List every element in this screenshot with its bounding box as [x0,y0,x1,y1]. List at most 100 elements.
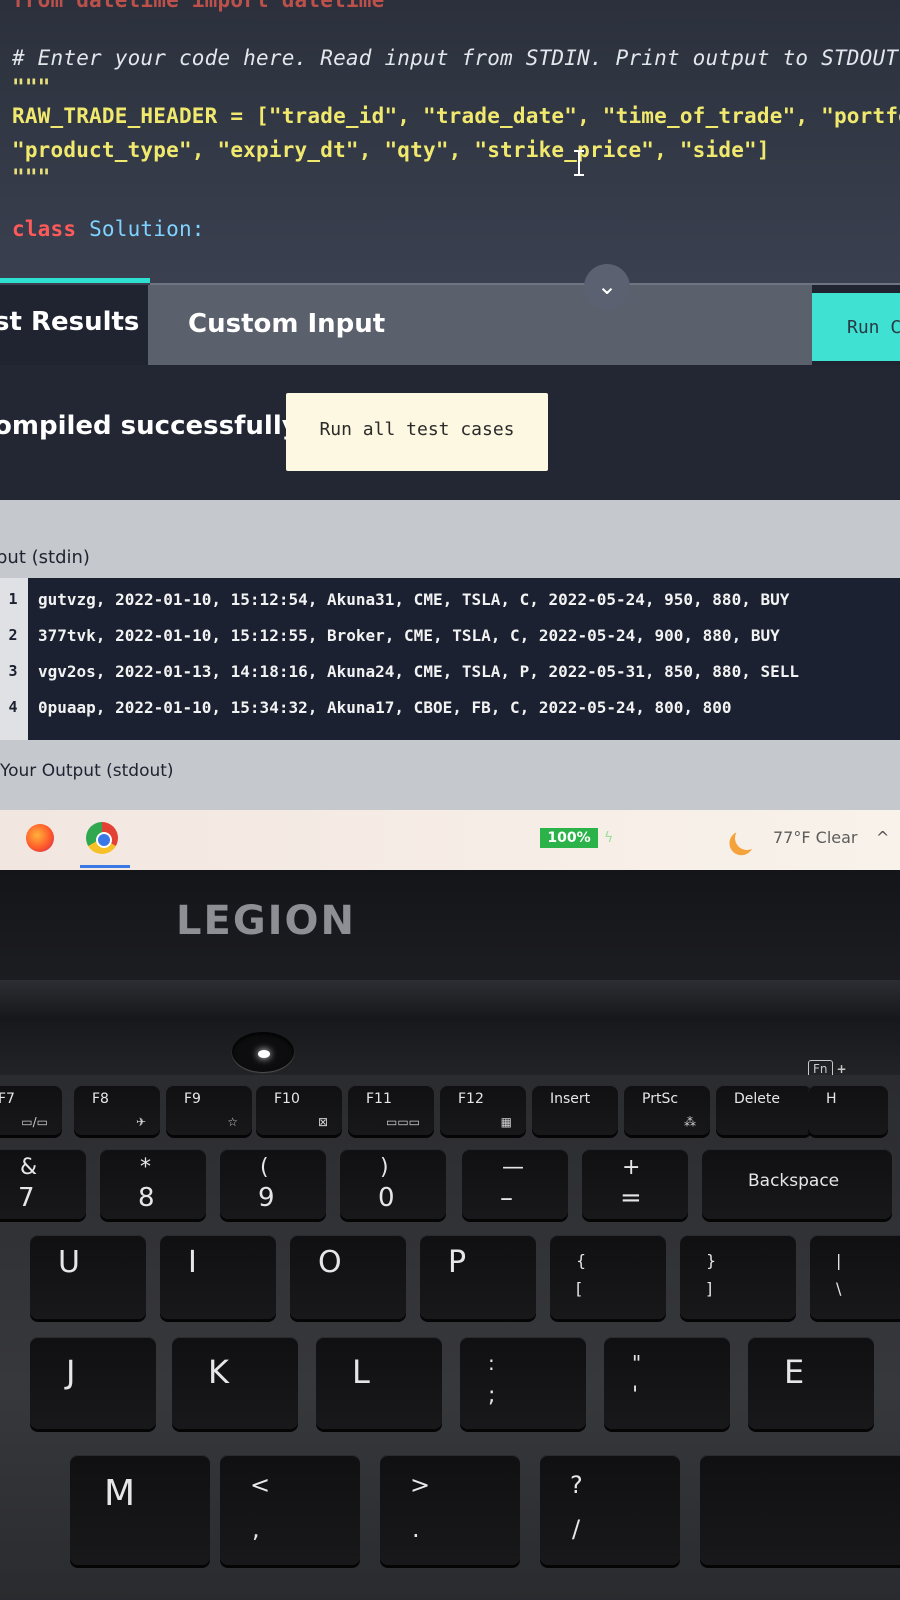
letter-key[interactable]: >. [380,1455,520,1565]
number-key[interactable]: Backspace [702,1149,892,1219]
key-legend: : [488,1351,495,1375]
function-key[interactable]: Delete [716,1085,812,1135]
text-cursor-icon [574,150,584,176]
stdin-row: vgv2os, 2022-01-13, 14:18:16, Akuna24, C… [38,662,799,681]
letter-key[interactable]: I [160,1235,276,1319]
weather-readout[interactable]: 77°F Clear [773,828,858,847]
battery-percentage[interactable]: 100% [540,828,598,848]
stdout-label: Your Output (stdout) [0,761,174,781]
shift-key[interactable] [700,1455,900,1565]
key-legend-secondary: – [500,1183,513,1213]
key-legend-secondary: ▦ [500,1115,512,1129]
key-legend: Delete [734,1091,780,1107]
number-key[interactable]: + = [582,1149,688,1219]
letter-key[interactable]: <, [220,1455,360,1565]
key-legend: > [410,1471,431,1499]
key-legend: { [576,1251,587,1270]
tab-custom-input-label: Custom Input [188,309,386,339]
number-key[interactable]: (9 [220,1149,326,1219]
function-key[interactable]: H [808,1085,888,1135]
key-legend-secondary: ▭▭▭ [385,1115,420,1129]
function-key[interactable]: F9 ☆ [166,1085,252,1135]
function-key[interactable]: F10 ⊠ [256,1085,342,1135]
letter-key[interactable]: M [70,1455,210,1565]
key-legend: F7 [0,1091,15,1107]
letter-key[interactable]: O [290,1235,406,1319]
tab-test-results-label: st Results [0,307,140,337]
code-line-docstring-open: """ [12,75,51,99]
function-key[interactable]: F8 ✈ [74,1085,160,1135]
letter-key[interactable]: }] [680,1235,796,1319]
stdin-box[interactable]: 1 2 3 4 gutvzg, 2022-01-10, 15:12:54, Ak… [0,578,900,740]
key-legend: < [250,1471,271,1499]
letter-key[interactable]: " ' [604,1337,730,1429]
firefox-icon[interactable] [26,824,54,852]
letter-key[interactable]: J [30,1337,156,1429]
key-legend: ) [380,1155,389,1180]
chrome-icon[interactable] [86,822,118,854]
line-number: 4 [8,698,18,716]
run-all-test-cases-button[interactable]: Run all test cases [286,393,548,471]
tab-test-results[interactable]: st Results [0,285,148,365]
function-key[interactable]: Insert [532,1085,618,1135]
key-legend: & [20,1155,38,1180]
tray-chevron-icon[interactable]: ^ [876,828,889,847]
letter-key[interactable]: E [748,1337,874,1429]
laptop-hinge [0,980,900,1075]
key-legend-secondary: ✈ [135,1115,146,1129]
code-line-header-1: RAW_TRADE_HEADER = ["trade_id", "trade_d… [12,104,900,128]
compile-status-panel: ompiled successfully. Run all test cases [0,365,900,500]
letter-key[interactable]: :; [460,1337,586,1429]
key-legend: E [784,1353,805,1391]
function-key[interactable]: F7 ▭/▭ [0,1085,62,1135]
letter-key[interactable]: ? / [540,1455,680,1565]
number-key[interactable]: & 7 [0,1149,86,1219]
letter-key[interactable]: P [420,1235,536,1319]
code-line-comment: # Enter your code here. Read input from … [12,46,899,70]
line-number: 1 [8,590,18,608]
number-key[interactable]: ) 0 [340,1149,446,1219]
letter-key[interactable]: K [172,1337,298,1429]
code-editor[interactable]: from datetime import datetime # Enter yo… [0,0,900,285]
key-legend: F9 [184,1091,201,1107]
key-legend: + [622,1155,641,1180]
key-legend: Insert [550,1091,591,1107]
stdin-row: 0puaap, 2022-01-10, 15:34:32, Akuna17, C… [38,698,732,717]
key-legend-secondary: . [412,1515,420,1543]
key-legend: U [58,1245,80,1280]
key-legend: I [188,1245,197,1280]
tab-custom-input[interactable]: Custom Input [148,285,812,365]
key-legend: F11 [366,1091,392,1107]
number-key[interactable]: — – [462,1149,568,1219]
function-key[interactable]: PrtSc ⁂ [624,1085,710,1135]
key-legend-secondary: \ [836,1279,842,1298]
key-legend: M [104,1473,136,1514]
letter-key[interactable]: | \ [810,1235,900,1319]
code-line-class: class Solution: [12,217,205,241]
key-legend: | [836,1251,842,1270]
laptop-bezel: LEGION [0,870,900,980]
key-legend-secondary: ⊠ [317,1115,328,1129]
power-led-icon [258,1050,270,1058]
letter-key[interactable]: L [316,1337,442,1429]
chevron-down-icon[interactable]: ⌄ [584,264,630,310]
key-legend-secondary: ] [706,1279,713,1298]
key-legend: O [318,1245,342,1280]
key-legend-secondary: , [252,1515,260,1543]
number-key[interactable]: * 8 [100,1149,206,1219]
letter-key[interactable]: {[ [550,1235,666,1319]
key-legend: " [632,1351,642,1375]
key-legend: } [706,1251,717,1270]
key-legend: — [502,1155,524,1180]
function-key[interactable]: F12 ▦ [440,1085,526,1135]
function-key[interactable]: F11 ▭▭▭ [348,1085,434,1135]
console-tab-bar: st Results Custom Input Run C [0,285,900,365]
key-legend: ? [570,1471,583,1499]
key-legend: H [826,1091,837,1107]
key-legend: * [140,1155,151,1180]
moon-icon [732,823,763,854]
run-code-button[interactable]: Run C [812,293,900,361]
fn-hint: Fn + [808,1060,847,1078]
key-legend-secondary: 8 [138,1183,155,1213]
letter-key[interactable]: U [30,1235,146,1319]
